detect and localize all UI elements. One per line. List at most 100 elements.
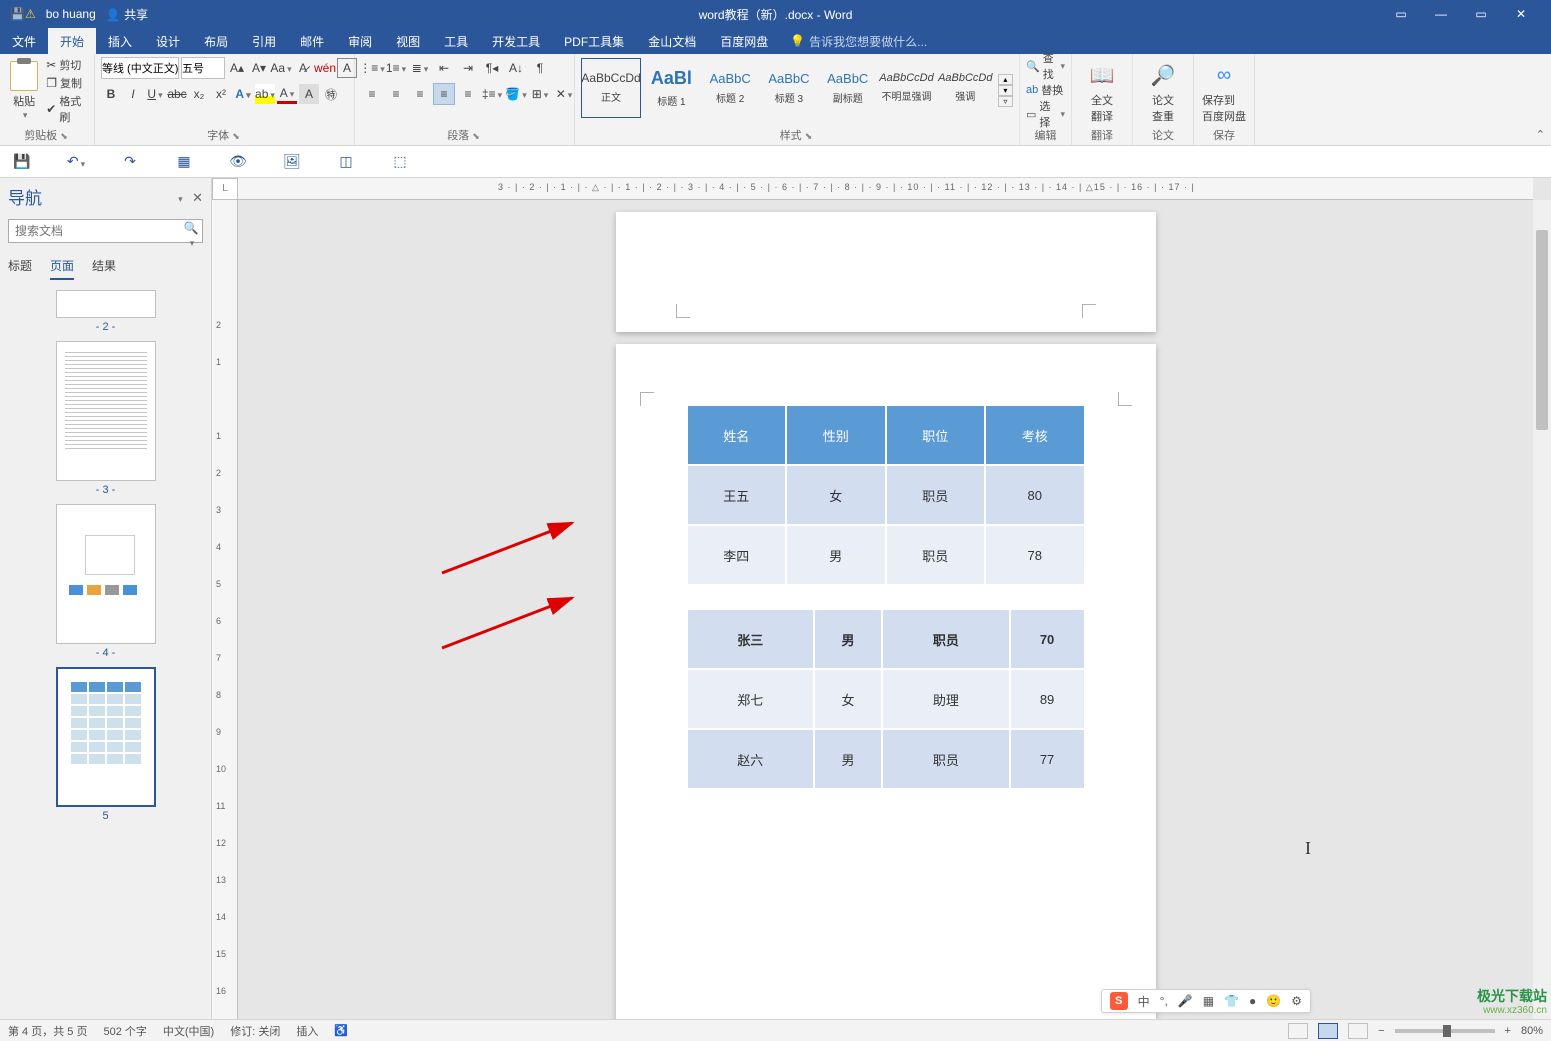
table-cell[interactable]: 职员 [882, 609, 1009, 669]
table-cell[interactable]: 男 [786, 525, 886, 585]
nav-dropdown[interactable] [176, 193, 183, 205]
ribbon-options-button[interactable]: ▭ [1391, 7, 1411, 21]
table-cell[interactable]: 张三 [687, 609, 814, 669]
ime-skin-button[interactable]: 👕 [1224, 994, 1239, 1008]
styles-launcher[interactable]: ⬊ [805, 131, 815, 141]
minimize-button[interactable]: — [1431, 7, 1451, 21]
tab-view[interactable]: 视图 [384, 28, 432, 54]
nav-tab-results[interactable]: 结果 [92, 257, 116, 280]
decrease-indent-button[interactable]: ⇤ [433, 57, 455, 79]
ime-keyboard-button[interactable]: ▦ [1203, 994, 1214, 1008]
ime-tool-button[interactable]: ● [1249, 994, 1256, 1008]
ime-toolbar[interactable]: S 中 °, 🎤 ▦ 👕 ● 🙂 ⚙ [1101, 989, 1311, 1013]
thesis-button[interactable]: 🔎 论文 查重 [1139, 58, 1187, 124]
view-read-button[interactable] [1288, 1023, 1308, 1039]
th-position[interactable]: 职位 [886, 405, 986, 465]
table-cell[interactable]: 赵六 [687, 729, 814, 789]
distribute-button[interactable]: ≡ [457, 83, 479, 105]
qat-shapes-button[interactable]: ◫ [334, 150, 358, 174]
shading-button[interactable]: 🪣 [505, 83, 527, 105]
data-table[interactable]: 姓名 性别 职位 考核 王五女职员80李四男职员78 [686, 404, 1086, 586]
italic-button[interactable]: I [123, 84, 143, 104]
nav-close-button[interactable]: ✕ [192, 190, 203, 205]
share-button[interactable]: 👤 共享 [106, 6, 148, 23]
superscript-button[interactable]: x² [211, 84, 231, 104]
style-subtitle[interactable]: AaBbC副标题 [819, 58, 876, 118]
th-gender[interactable]: 性别 [786, 405, 886, 465]
status-insert[interactable]: 插入 [296, 1023, 318, 1039]
paste-button[interactable]: 粘贴 [6, 61, 42, 121]
document-scroll[interactable]: 姓名 性别 职位 考核 王五女职员80李四男职员78 张三男职员70郑七女助理8… [238, 200, 1533, 1019]
tab-developer[interactable]: 开发工具 [480, 28, 552, 54]
copy-button[interactable]: 复制 [46, 75, 88, 91]
tab-insert[interactable]: 插入 [96, 28, 144, 54]
collapse-ribbon-button[interactable]: ⌃ [1536, 128, 1545, 141]
qat-picture-button[interactable]: 🖼 [280, 150, 304, 174]
thumb-page-3[interactable]: - 3 - [56, 341, 156, 496]
tab-design[interactable]: 设计 [144, 28, 192, 54]
numbering-button[interactable]: 1≡ [385, 57, 407, 79]
table-cell[interactable]: 男 [814, 609, 882, 669]
line-spacing-button[interactable]: ‡≡ [481, 83, 503, 105]
table-row[interactable]: 张三男职员70 [687, 609, 1085, 669]
subscript-button[interactable]: x₂ [189, 84, 209, 104]
table-cell[interactable]: 80 [985, 465, 1085, 525]
style-heading3[interactable]: AaBbC标题 3 [761, 58, 818, 118]
replace-button[interactable]: ab替换 [1026, 80, 1063, 100]
qat-redo-button[interactable]: ↷ [118, 150, 142, 174]
maximize-button[interactable]: ▭ [1471, 7, 1491, 21]
style-emphasis[interactable]: AaBbCcDd强调 [937, 58, 994, 118]
style-heading2[interactable]: AaBbC标题 2 [702, 58, 759, 118]
table-cell[interactable]: 男 [814, 729, 882, 789]
show-marks-button[interactable]: ¶ [529, 57, 551, 79]
sort-button[interactable]: A↓ [505, 57, 527, 79]
align-left-button[interactable]: ≡ [361, 83, 383, 105]
nav-tab-pages[interactable]: 页面 [50, 257, 74, 280]
status-accessibility[interactable]: ♿ [334, 1024, 348, 1037]
qat-eye-button[interactable]: 👁 [226, 150, 250, 174]
table-cell[interactable]: 郑七 [687, 669, 814, 729]
clipboard-launcher[interactable]: ⬊ [60, 131, 70, 141]
table-cell[interactable]: 女 [786, 465, 886, 525]
nav-search-input[interactable] [8, 219, 203, 243]
font-launcher[interactable]: ⬊ [232, 131, 242, 141]
underline-button[interactable]: U [145, 84, 165, 104]
table-row[interactable]: 李四男职员78 [687, 525, 1085, 585]
ime-settings-button[interactable]: ⚙ [1291, 994, 1302, 1008]
view-print-button[interactable] [1318, 1023, 1338, 1039]
ruler-corner[interactable]: L [212, 178, 238, 200]
qat-table-button[interactable]: ▦ [172, 150, 196, 174]
tab-references[interactable]: 引用 [240, 28, 288, 54]
table-row[interactable]: 赵六男职员77 [687, 729, 1085, 789]
th-score[interactable]: 考核 [985, 405, 1085, 465]
table-cell[interactable]: 89 [1010, 669, 1085, 729]
th-name[interactable]: 姓名 [687, 405, 787, 465]
char-border-button[interactable]: A [337, 58, 357, 78]
qat-save-button[interactable]: 💾 [10, 150, 34, 174]
enclose-char-button[interactable]: ㊕ [321, 84, 341, 104]
phonetic-button[interactable]: wén [315, 58, 335, 78]
multilevel-button[interactable]: ≣ [409, 57, 431, 79]
format-painter-button[interactable]: 格式刷 [46, 93, 88, 125]
tab-layout[interactable]: 布局 [192, 28, 240, 54]
table-row[interactable]: 王五女职员80 [687, 465, 1085, 525]
clear-format-button[interactable]: A̷ [293, 58, 313, 78]
bold-button[interactable]: B [101, 84, 121, 104]
table-cell[interactable]: 77 [1010, 729, 1085, 789]
status-lang[interactable]: 中文(中国) [163, 1023, 214, 1039]
zoom-slider[interactable] [1395, 1029, 1495, 1033]
tab-pdf[interactable]: PDF工具集 [552, 28, 636, 54]
tab-jinshan[interactable]: 金山文档 [636, 28, 708, 54]
save-baidu-button[interactable]: ∞ 保存到 百度网盘 [1200, 58, 1248, 124]
zoom-out-button[interactable]: − [1378, 1025, 1384, 1037]
zoom-in-button[interactable]: + [1505, 1025, 1511, 1037]
tab-home[interactable]: 开始 [48, 28, 96, 54]
tab-file[interactable]: 文件 [0, 28, 48, 54]
align-justify-button[interactable]: ≡ [433, 83, 455, 105]
nav-tab-headings[interactable]: 标题 [8, 257, 32, 280]
table-cell[interactable]: 王五 [687, 465, 787, 525]
table-row[interactable]: 郑七女助理89 [687, 669, 1085, 729]
borders-button[interactable]: ⊞ [529, 83, 551, 105]
grow-font-button[interactable]: A▴ [227, 58, 247, 78]
ime-mic-button[interactable]: 🎤 [1178, 994, 1193, 1008]
